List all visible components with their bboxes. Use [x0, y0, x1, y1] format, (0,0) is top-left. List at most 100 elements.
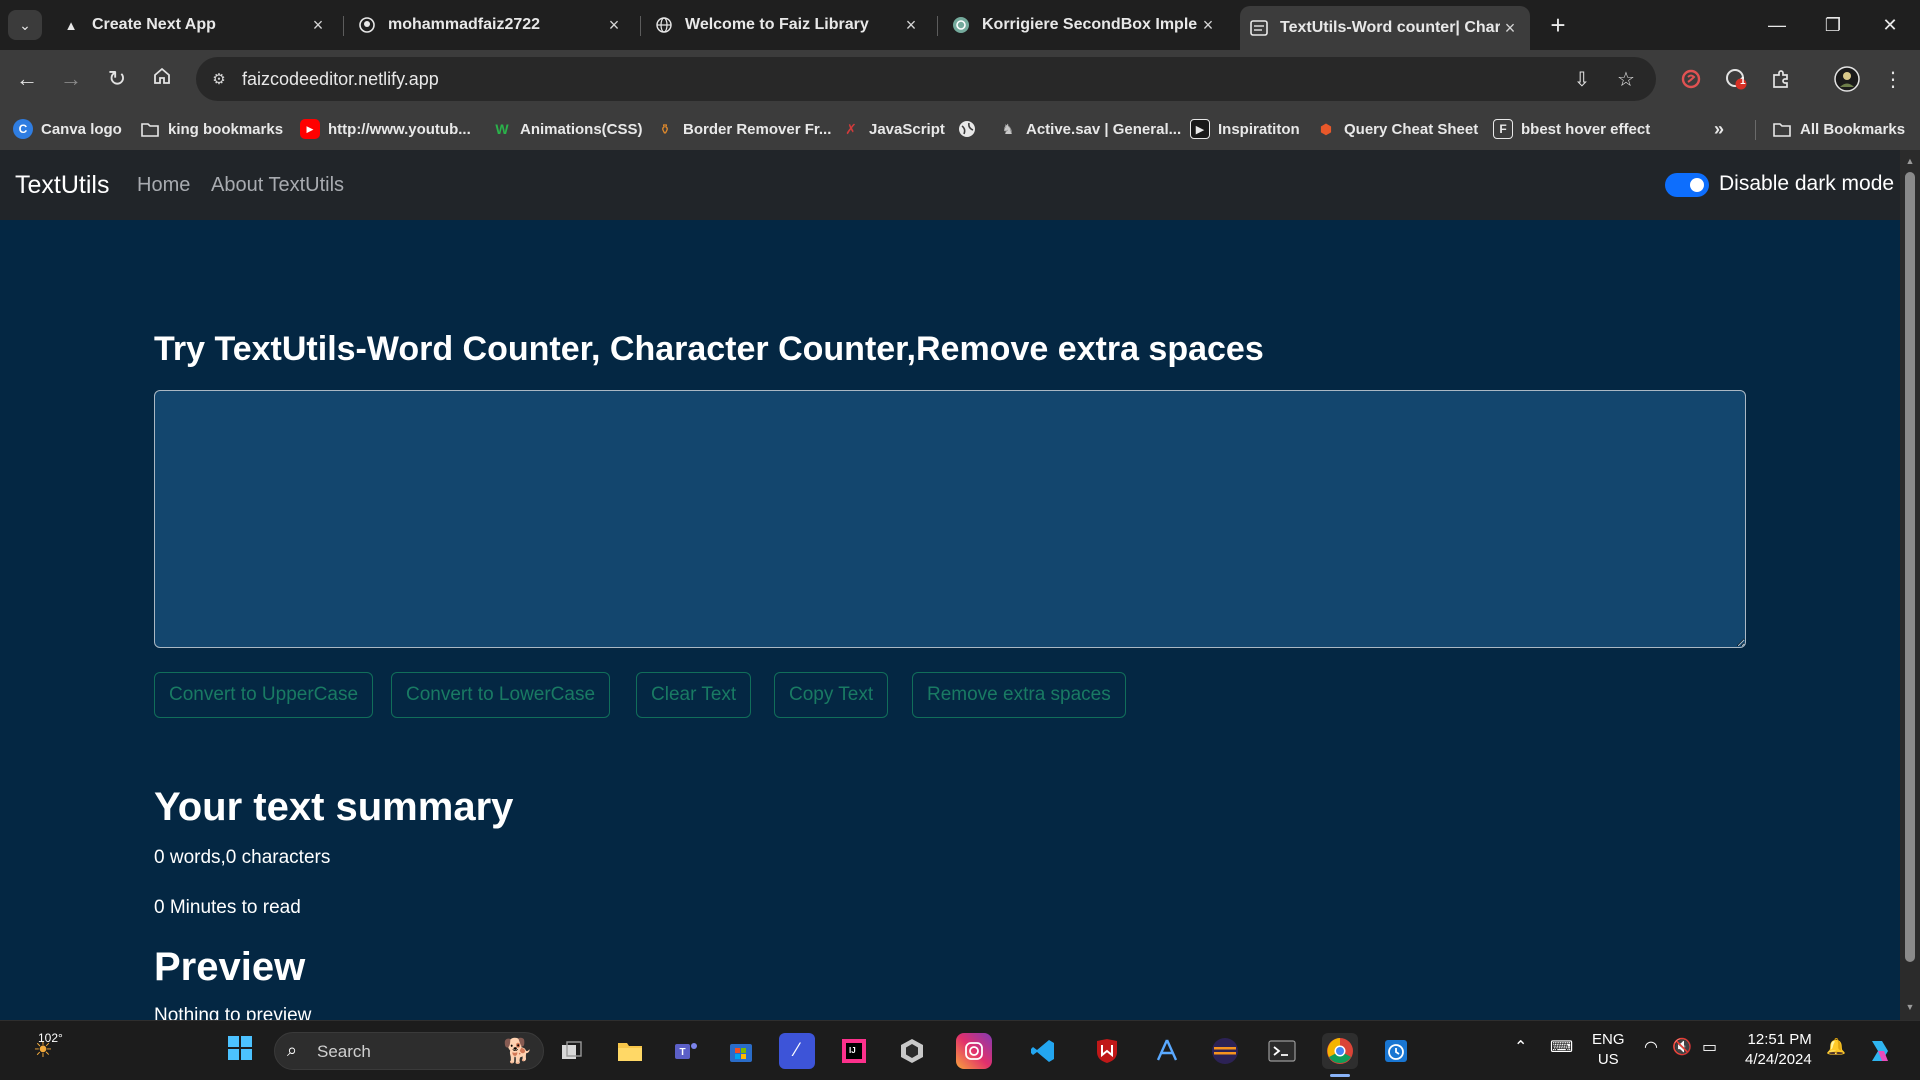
file-explorer-icon[interactable]	[612, 1033, 648, 1069]
copilot-icon[interactable]	[1862, 1033, 1898, 1069]
convert-lowercase-button[interactable]: Convert to LowerCase	[391, 672, 611, 718]
keyboard-icon[interactable]: ⌨	[1550, 1037, 1573, 1057]
close-icon[interactable]: ×	[308, 15, 328, 36]
taskbar-search[interactable]: ⌕ Search 🐕	[274, 1032, 544, 1070]
close-icon[interactable]: ×	[901, 15, 921, 36]
site-settings-icon[interactable]: ⚙	[208, 68, 230, 90]
bookmark-item[interactable]: ✗ JavaScript	[841, 116, 945, 142]
terminal-icon[interactable]	[1264, 1033, 1300, 1069]
teams-icon[interactable]: T	[668, 1033, 704, 1069]
bookmark-label: Active.sav | General...	[1026, 120, 1182, 138]
puzzle-icon[interactable]	[1766, 64, 1796, 94]
clock-app-icon[interactable]	[1378, 1033, 1414, 1069]
remove-extra-spaces-button[interactable]: Remove extra spaces	[912, 672, 1126, 718]
tab-textutils[interactable]: TextUtils-Word counter| Chara ×	[1240, 6, 1530, 50]
bookmark-folder[interactable]: king bookmarks	[140, 116, 283, 142]
forward-button[interactable]: →	[53, 61, 89, 97]
tab-title: Korrigiere SecondBox Impleme	[982, 16, 1198, 33]
bookmark-item[interactable]: C Canva logo	[13, 116, 122, 142]
vscode-icon[interactable]	[1025, 1033, 1061, 1069]
address-bar[interactable]: ⚙ faizcodeeditor.netlify.app ⇩ ☆	[196, 57, 1656, 101]
tab-faiz-library[interactable]: Welcome to Faiz Library ×	[645, 6, 931, 44]
dark-mode-toggle[interactable]	[1665, 173, 1709, 197]
reload-button[interactable]: ↻	[99, 61, 135, 97]
address-url[interactable]: faizcodeeditor.netlify.app	[242, 69, 439, 90]
new-tab-button[interactable]: +	[1543, 10, 1573, 40]
scroll-up-icon[interactable]: ▲	[1905, 156, 1915, 166]
x-icon: ✗	[845, 120, 857, 137]
close-icon[interactable]: ×	[1500, 18, 1520, 39]
back-button[interactable]: ←	[9, 61, 45, 97]
search-highlight-icon: 🐕	[503, 1038, 533, 1065]
bookmark-label: bbest hover effect	[1521, 120, 1651, 138]
avatar[interactable]	[1832, 64, 1862, 94]
language-region: US	[1597, 1051, 1619, 1068]
scrollbar-thumb[interactable]	[1905, 172, 1915, 962]
slash-icon: ⁄	[795, 1040, 799, 1061]
text-input-area[interactable]	[154, 390, 1746, 648]
power-automate-icon[interactable]: ⁄	[779, 1033, 815, 1069]
navbar-brand[interactable]: TextUtils	[15, 171, 109, 200]
dark-mode-toggle-label[interactable]: Disable dark mode	[1719, 172, 1894, 196]
page-scrollbar[interactable]: ▲ ▼	[1900, 150, 1920, 1020]
bookmark-item[interactable]: W Animations(CSS)	[492, 116, 642, 142]
bookmark-item[interactable]: ♞ Active.sav | General...	[998, 116, 1181, 142]
more-menu-icon[interactable]: ⋮	[1878, 64, 1908, 94]
bookmarks-bar: C Canva logo king bookmarks ▶ http://www…	[0, 108, 1920, 150]
battery-icon[interactable]: ▭	[1702, 1037, 1717, 1057]
app-launcher-icon[interactable]	[1149, 1033, 1185, 1069]
language-indicator[interactable]: ENG US	[1592, 1030, 1625, 1070]
tab-title: TextUtils-Word counter| Chara	[1280, 19, 1500, 36]
nav-link-about[interactable]: About TextUtils	[211, 174, 344, 197]
unity-icon[interactable]	[894, 1033, 930, 1069]
github-icon	[358, 16, 376, 34]
speaker-muted-icon[interactable]: 🔇	[1672, 1037, 1692, 1057]
start-button[interactable]	[222, 1033, 258, 1069]
bookmark-label: Inspiratiton	[1218, 120, 1300, 138]
microsoft-store-icon[interactable]	[723, 1033, 759, 1069]
play-icon: ▶	[1190, 119, 1210, 139]
bookmarks-overflow-button[interactable]: »	[1714, 116, 1724, 142]
system-clock[interactable]: 12:51 PM 4/24/2024	[1745, 1030, 1812, 1070]
all-bookmarks-button[interactable]: All Bookmarks	[1772, 116, 1905, 142]
tab-chatgpt[interactable]: Korrigiere SecondBox Impleme ×	[942, 6, 1228, 44]
close-window-button[interactable]: ✕	[1870, 8, 1910, 42]
extension-shield-icon[interactable]	[1676, 64, 1706, 94]
bookmark-item[interactable]: ⬢ Query Cheat Sheet	[1316, 116, 1478, 142]
task-view-icon[interactable]	[554, 1033, 590, 1069]
chrome-icon[interactable]	[1322, 1033, 1358, 1069]
home-button[interactable]	[144, 61, 180, 97]
clear-text-button[interactable]: Clear Text	[636, 672, 752, 718]
intellij-icon[interactable]: IJ	[836, 1033, 872, 1069]
close-icon[interactable]: ×	[1198, 15, 1218, 36]
extension-badge-icon[interactable]: 1	[1721, 64, 1751, 94]
wifi-icon[interactable]: ◠	[1644, 1037, 1658, 1057]
minimize-button[interactable]: —	[1757, 8, 1797, 42]
scroll-down-icon[interactable]: ▼	[1905, 1002, 1915, 1012]
star-icon[interactable]: ☆	[1614, 67, 1638, 91]
bookmark-item[interactable]: F bbest hover effect	[1493, 116, 1650, 142]
shield-icon: ⬢	[1319, 120, 1333, 137]
tab-create-next-app[interactable]: ▲ Create Next App ×	[52, 6, 338, 44]
mcafee-icon[interactable]	[1089, 1033, 1125, 1069]
bookmark-item[interactable]: ▶ Inspiratiton	[1190, 116, 1300, 142]
clock-time: 12:51 PM	[1747, 1031, 1812, 1048]
bookmark-label: Canva logo	[41, 120, 122, 138]
word-character-count: 0 words,0 characters	[154, 847, 331, 868]
notification-bell-icon[interactable]: 🔔	[1826, 1037, 1846, 1057]
restore-button[interactable]: ❐	[1813, 8, 1853, 42]
tab-search-button[interactable]: ⌄	[8, 10, 42, 40]
creature-icon: ♞	[1001, 120, 1015, 137]
install-app-icon[interactable]: ⇩	[1570, 67, 1594, 91]
nav-link-home[interactable]: Home	[137, 174, 190, 197]
instagram-icon[interactable]	[956, 1033, 992, 1069]
close-icon[interactable]: ×	[604, 15, 624, 36]
chevron-up-icon[interactable]: ⌃	[1514, 1037, 1527, 1057]
convert-uppercase-button[interactable]: Convert to UpperCase	[154, 672, 374, 718]
copy-text-button[interactable]: Copy Text	[774, 672, 889, 718]
bookmark-item[interactable]: ▶ http://www.youtub...	[300, 116, 471, 142]
bookmark-item[interactable]: ⚱ Border Remover Fr...	[655, 116, 831, 142]
eclipse-icon[interactable]	[1207, 1033, 1243, 1069]
tab-github[interactable]: mohammadfaiz2722 ×	[348, 6, 634, 44]
bookmark-item[interactable]	[957, 116, 985, 142]
